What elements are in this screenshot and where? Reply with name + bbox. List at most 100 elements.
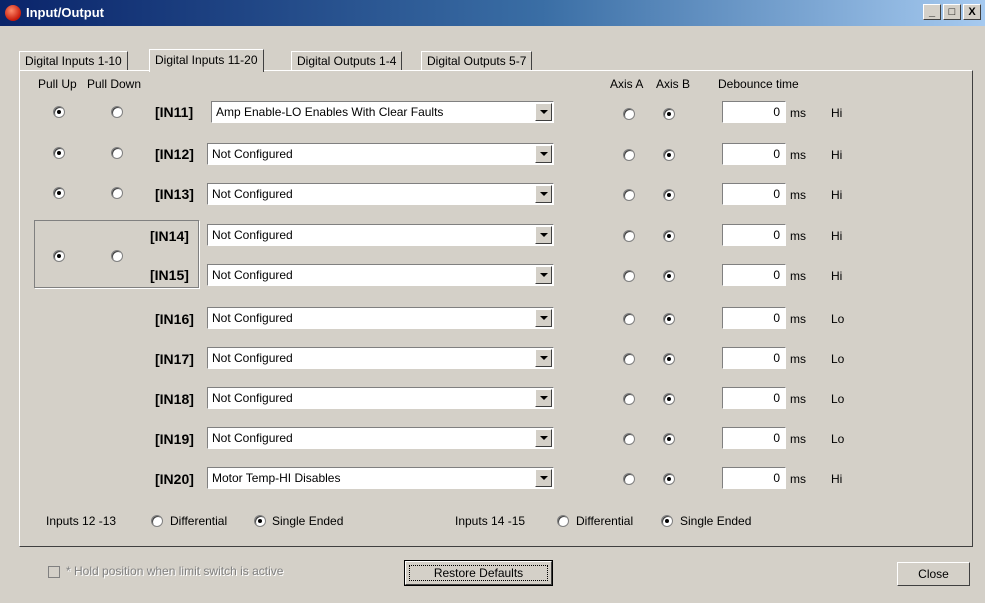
pull-up-radio-in12[interactable] <box>53 147 65 159</box>
axis-a-radio-in13[interactable] <box>623 189 635 201</box>
debounce-unit-in20: ms <box>790 472 806 486</box>
pull-down-radio-in12[interactable] <box>111 147 123 159</box>
differential-label-14-15: Differential <box>576 514 634 528</box>
chevron-down-icon[interactable] <box>535 266 552 284</box>
chevron-down-icon[interactable] <box>535 469 552 487</box>
debounce-input-in17[interactable]: 0 <box>722 347 786 369</box>
debounce-input-in13[interactable]: 0 <box>722 183 786 205</box>
function-select-in17[interactable]: Not Configured <box>207 347 554 369</box>
differential-radio-14-15[interactable] <box>557 515 569 527</box>
axis-b-radio-in18[interactable] <box>663 393 675 405</box>
debounce-input-in18[interactable]: 0 <box>722 387 786 409</box>
function-value-in18: Not Configured <box>212 391 293 405</box>
tab-digital-inputs-11-20[interactable]: Digital Inputs 11-20 <box>149 49 264 72</box>
debounce-input-in12[interactable]: 0 <box>722 143 786 165</box>
debounce-input-in15[interactable]: 0 <box>722 264 786 286</box>
level-in20: Hi <box>831 472 843 486</box>
function-select-in11[interactable]: Amp Enable-LO Enables With Clear Faults <box>211 101 554 123</box>
axis-b-radio-in19[interactable] <box>663 433 675 445</box>
chevron-down-icon[interactable] <box>535 349 552 367</box>
debounce-input-in11[interactable]: 0 <box>722 101 786 123</box>
chevron-down-icon[interactable] <box>535 103 552 121</box>
axis-b-radio-in12[interactable] <box>663 149 675 161</box>
function-select-in16[interactable]: Not Configured <box>207 307 554 329</box>
close-window-button[interactable]: X <box>963 4 981 20</box>
function-select-in13[interactable]: Not Configured <box>207 183 554 205</box>
axis-b-radio-in20[interactable] <box>663 473 675 485</box>
chevron-down-icon[interactable] <box>535 309 552 327</box>
maximize-button[interactable]: □ <box>943 4 961 20</box>
pair-label-12-13: Inputs 12 -13 <box>46 514 117 528</box>
chevron-down-icon[interactable] <box>535 226 552 244</box>
tab-digital-outputs-1-4[interactable]: Digital Outputs 1-4 <box>291 51 403 71</box>
pull-down-radio-in13[interactable] <box>111 187 123 199</box>
function-select-in15[interactable]: Not Configured <box>207 264 554 286</box>
axis-a-radio-in12[interactable] <box>623 149 635 161</box>
debounce-unit-in16: ms <box>790 312 806 326</box>
level-in11: Hi <box>831 106 843 120</box>
restore-defaults-button[interactable]: Restore Defaults <box>404 560 553 586</box>
level-in18: Lo <box>831 392 845 406</box>
close-button[interactable]: Close <box>897 562 970 586</box>
function-select-in20[interactable]: Motor Temp-HI Disables <box>207 467 554 489</box>
pull-up-radio-in14-15[interactable] <box>53 250 65 262</box>
function-select-in19[interactable]: Not Configured <box>207 427 554 449</box>
axis-b-radio-in17[interactable] <box>663 353 675 365</box>
axis-b-radio-in16[interactable] <box>663 313 675 325</box>
input-label-in17: [IN17] <box>155 351 194 367</box>
input-label-in19: [IN19] <box>155 431 194 447</box>
function-select-in14[interactable]: Not Configured <box>207 224 554 246</box>
pull-up-radio-in11[interactable] <box>53 106 65 118</box>
input-label-in16: [IN16] <box>155 311 194 327</box>
level-in15: Hi <box>831 269 843 283</box>
axis-a-radio-in19[interactable] <box>623 433 635 445</box>
level-in19: Lo <box>831 432 845 446</box>
function-value-in17: Not Configured <box>212 351 293 365</box>
pair-label-14-15: Inputs 14 -15 <box>455 514 526 528</box>
axis-a-radio-in16[interactable] <box>623 313 635 325</box>
axis-a-radio-in18[interactable] <box>623 393 635 405</box>
axis-b-radio-in11[interactable] <box>663 108 675 120</box>
pull-down-header: Pull Down <box>87 77 142 91</box>
pull-down-radio-in14-15[interactable] <box>111 250 123 262</box>
axis-a-radio-in20[interactable] <box>623 473 635 485</box>
minimize-button[interactable]: _ <box>923 4 941 20</box>
function-value-in13: Not Configured <box>212 187 293 201</box>
debounce-input-in19[interactable]: 0 <box>722 427 786 449</box>
hold-position-checkbox[interactable] <box>48 566 60 578</box>
hold-position-label: * Hold position when limit switch is act… <box>66 564 284 578</box>
single-ended-radio-14-15[interactable] <box>661 515 673 527</box>
axis-b-radio-in15[interactable] <box>663 270 675 282</box>
debounce-unit-in19: ms <box>790 432 806 446</box>
debounce-input-in14[interactable]: 0 <box>722 224 786 246</box>
chevron-down-icon[interactable] <box>535 145 552 163</box>
axis-a-radio-in14[interactable] <box>623 230 635 242</box>
axis-b-radio-in14[interactable] <box>663 230 675 242</box>
differential-radio-12-13[interactable] <box>151 515 163 527</box>
pull-down-radio-in11[interactable] <box>111 106 123 118</box>
debounce-unit-in17: ms <box>790 352 806 366</box>
function-select-in18[interactable]: Not Configured <box>207 387 554 409</box>
chevron-down-icon[interactable] <box>535 429 552 447</box>
debounce-unit-in15: ms <box>790 269 806 283</box>
single-ended-label-12-13: Single Ended <box>272 514 344 528</box>
tab-digital-outputs-5-7[interactable]: Digital Outputs 5-7 <box>421 51 533 71</box>
debounce-input-in20[interactable]: 0 <box>722 467 786 489</box>
axis-b-radio-in13[interactable] <box>663 189 675 201</box>
debounce-input-in16[interactable]: 0 <box>722 307 786 329</box>
window-title: Input/Output <box>26 5 104 20</box>
level-in14: Hi <box>831 229 843 243</box>
single-ended-radio-12-13[interactable] <box>254 515 266 527</box>
title-bar[interactable]: Input/Output _ □ X <box>0 0 985 26</box>
axis-a-radio-in15[interactable] <box>623 270 635 282</box>
debounce-unit-in13: ms <box>790 188 806 202</box>
function-select-in12[interactable]: Not Configured <box>207 143 554 165</box>
chevron-down-icon[interactable] <box>535 389 552 407</box>
axis-a-radio-in17[interactable] <box>623 353 635 365</box>
debounce-header: Debounce time <box>718 77 799 91</box>
axis-a-radio-in11[interactable] <box>623 108 635 120</box>
tab-digital-inputs-1-10[interactable]: Digital Inputs 1-10 <box>19 51 128 71</box>
function-value-in19: Not Configured <box>212 431 293 445</box>
chevron-down-icon[interactable] <box>535 185 552 203</box>
pull-up-radio-in13[interactable] <box>53 187 65 199</box>
